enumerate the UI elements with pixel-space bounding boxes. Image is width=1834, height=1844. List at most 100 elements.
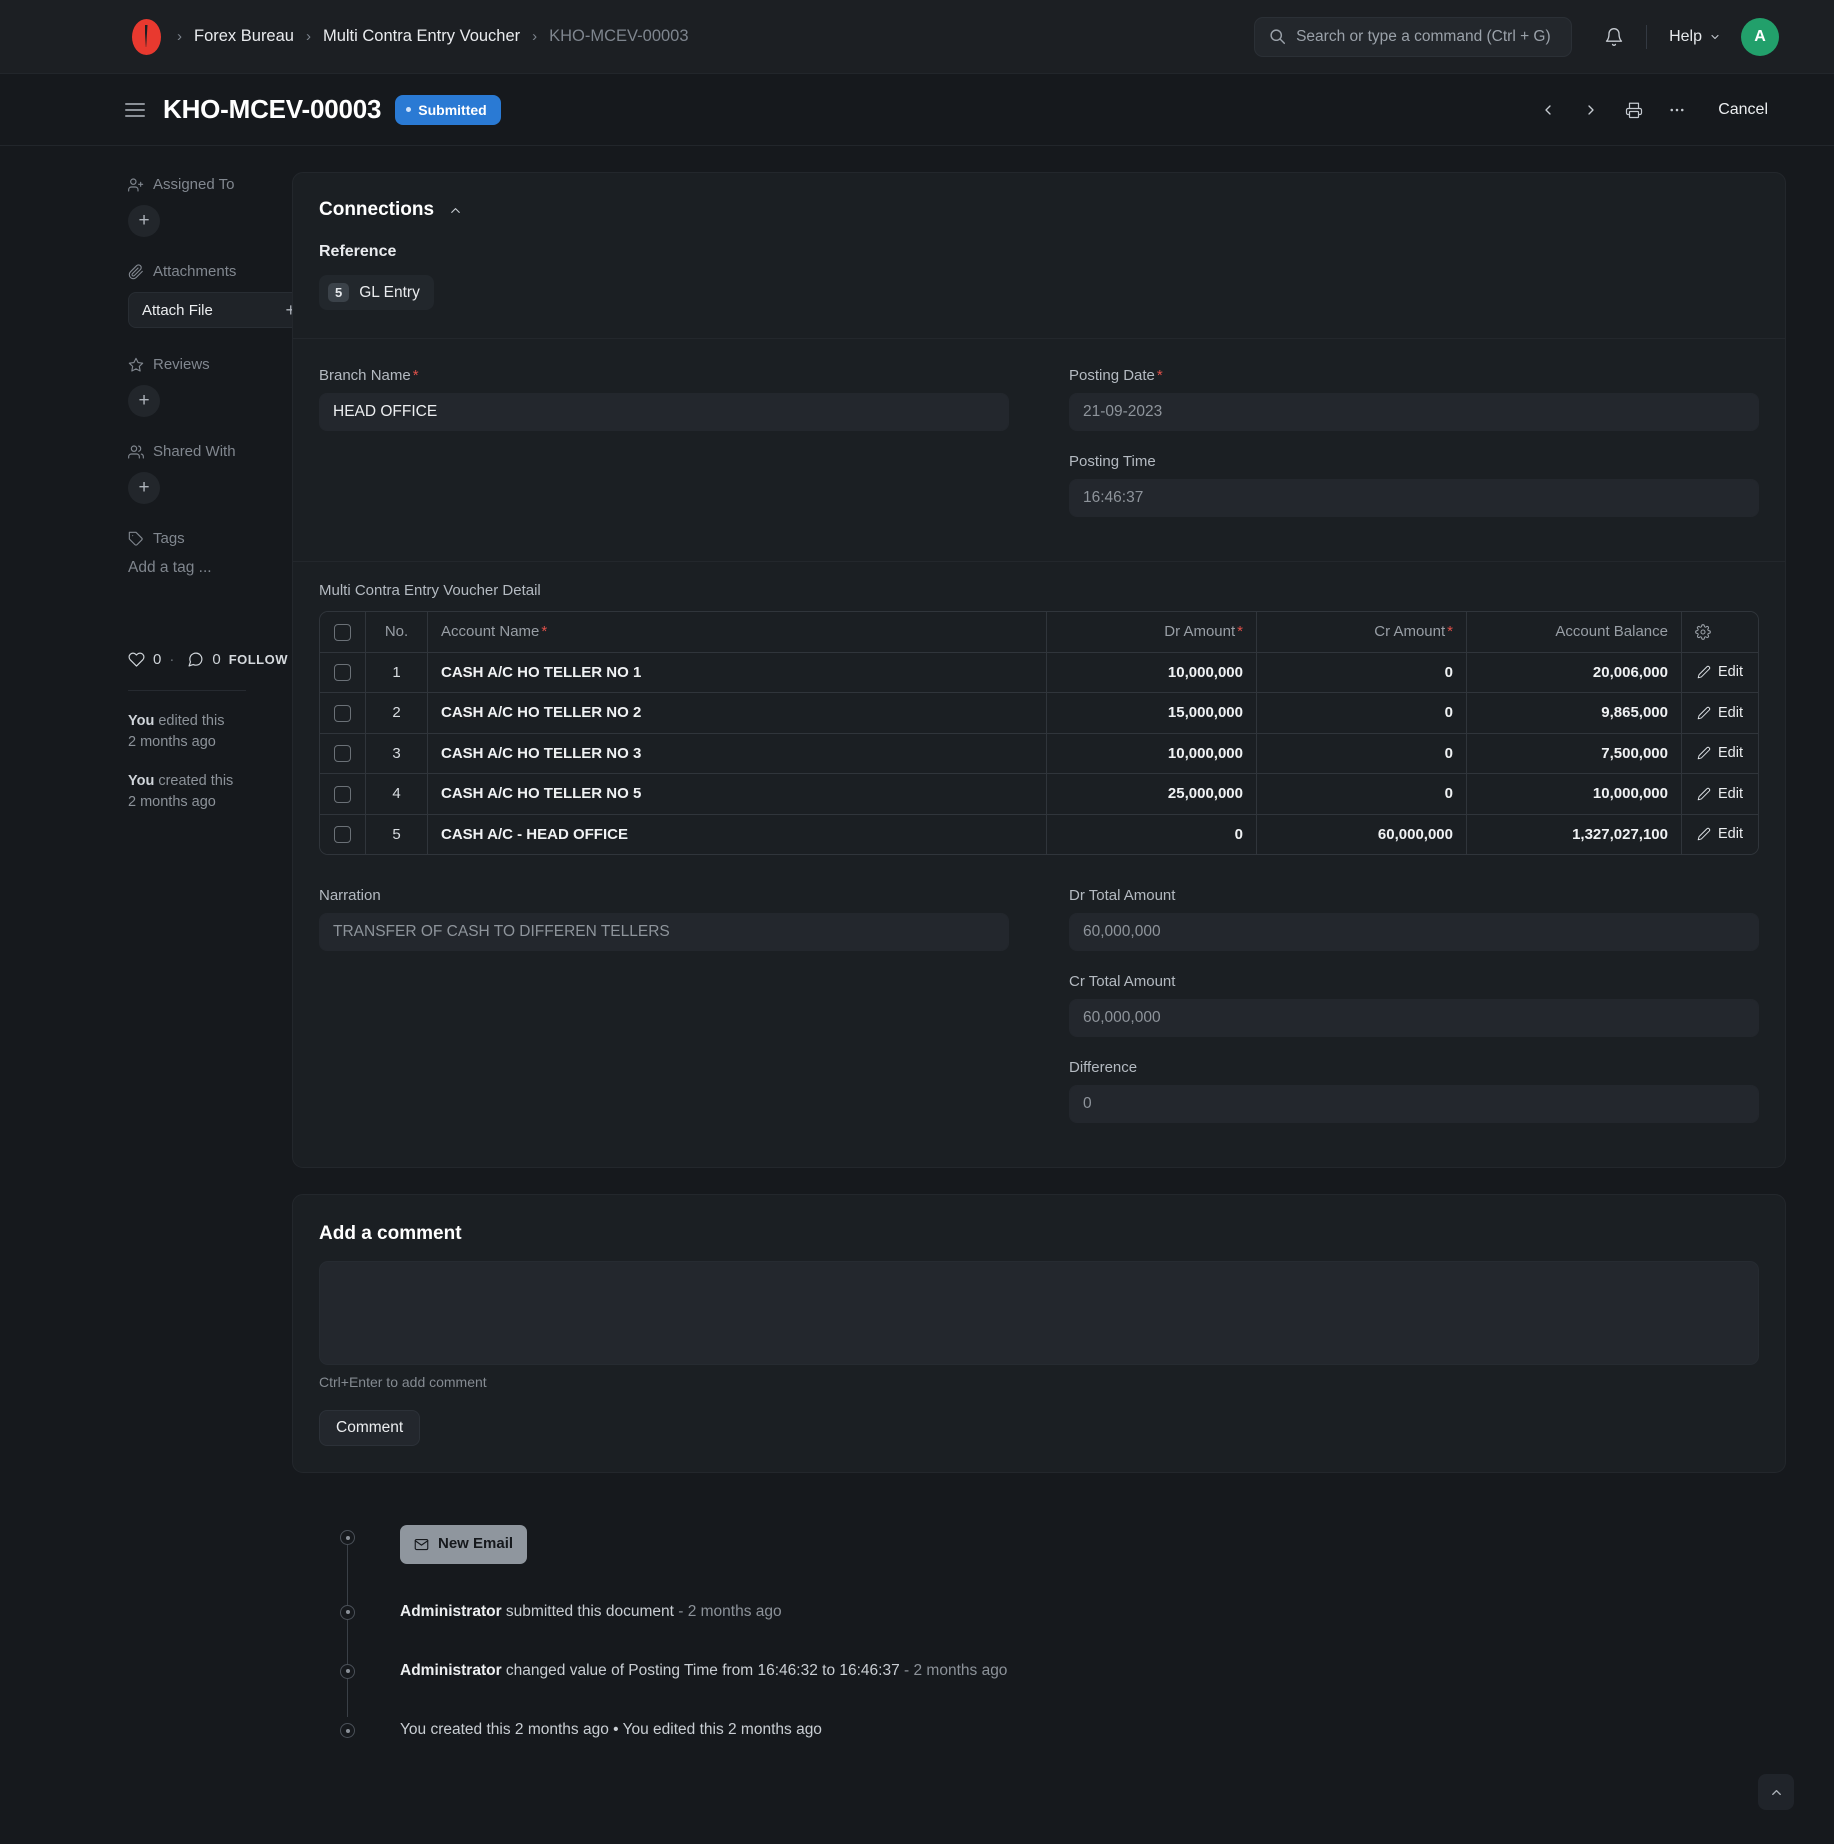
chevron-up-icon[interactable] xyxy=(448,203,463,218)
activity-time: 2 months ago xyxy=(128,734,216,751)
row-edit-cell[interactable]: Edit xyxy=(1682,733,1758,775)
row-checkbox[interactable] xyxy=(334,704,351,722)
new-email-button[interactable]: New Email xyxy=(400,1525,528,1564)
edit-row-button[interactable]: Edit xyxy=(1695,705,1745,721)
add-share-button[interactable]: + xyxy=(128,472,160,504)
row-edit-cell[interactable]: Edit xyxy=(1682,693,1758,734)
more-options-button[interactable] xyxy=(1657,90,1697,130)
heart-icon[interactable] xyxy=(128,651,145,668)
cell-account-balance[interactable]: 9,865,000 xyxy=(1467,693,1682,734)
cell-dr-amount[interactable]: 25,000,000 xyxy=(1047,774,1257,815)
difference-input[interactable]: 0 xyxy=(1069,1085,1759,1124)
search-input[interactable]: Search or type a command (Ctrl + G) xyxy=(1254,16,1573,57)
narration-input[interactable]: TRANSFER OF CASH TO DIFFEREN TELLERS xyxy=(319,913,1009,952)
edit-row-button[interactable]: Edit xyxy=(1695,664,1745,680)
cell-dr-amount[interactable]: 10,000,000 xyxy=(1047,733,1257,775)
print-icon[interactable] xyxy=(1614,90,1654,130)
row-edit-cell[interactable]: Edit xyxy=(1682,652,1758,694)
avatar[interactable]: A xyxy=(1741,17,1779,56)
cell-account-name[interactable]: CASH A/C - HEAD OFFICE xyxy=(428,814,1047,855)
assigned-to-label: Assigned To xyxy=(153,176,235,193)
table-row[interactable]: 2 CASH A/C HO TELLER NO 2 15,000,000 0 9… xyxy=(320,693,1758,734)
grid-settings-header[interactable] xyxy=(1682,612,1758,653)
row-edit-cell[interactable]: Edit xyxy=(1682,814,1758,855)
cell-account-name[interactable]: CASH A/C HO TELLER NO 1 xyxy=(428,652,1047,694)
cell-account-name[interactable]: CASH A/C HO TELLER NO 5 xyxy=(428,774,1047,815)
scroll-to-top-button[interactable] xyxy=(1758,1774,1794,1810)
connections-header[interactable]: Connections xyxy=(293,173,1785,221)
attachments-label: Attachments xyxy=(153,263,237,280)
dr-total-input[interactable]: 60,000,000 xyxy=(1069,913,1759,952)
select-all-checkbox[interactable] xyxy=(334,623,351,641)
add-tag-input[interactable]: Add a tag ... xyxy=(128,559,246,577)
breadcrumb-item-doctype[interactable]: Multi Contra Entry Voucher xyxy=(323,27,520,46)
cell-account-balance[interactable]: 7,500,000 xyxy=(1467,733,1682,775)
chevron-right-icon: › xyxy=(177,28,182,45)
help-menu-button[interactable]: Help xyxy=(1659,22,1731,52)
submit-comment-button[interactable]: Comment xyxy=(319,1410,421,1447)
table-header-row: No. Account Name * Dr Amount * Cr Amount * … xyxy=(320,612,1758,653)
edit-row-button[interactable]: Edit xyxy=(1695,786,1745,802)
sidebar-section-attachments: Attachments Attach File + xyxy=(128,263,310,328)
cell-account-name[interactable]: CASH A/C HO TELLER NO 2 xyxy=(428,693,1047,734)
cell-dr-amount[interactable]: 0 xyxy=(1047,814,1257,855)
table-row[interactable]: 1 CASH A/C HO TELLER NO 1 10,000,000 0 2… xyxy=(320,652,1758,694)
next-document-button[interactable] xyxy=(1571,90,1611,130)
cell-cr-amount[interactable]: 0 xyxy=(1257,652,1467,694)
cell-cr-amount[interactable]: 0 xyxy=(1257,733,1467,775)
sidebar-toggle-icon[interactable] xyxy=(125,102,145,117)
dr-total-label: Dr Total Amount xyxy=(1069,887,1176,905)
navbar-divider xyxy=(1646,24,1648,49)
column-header-account-balance[interactable]: Account Balance xyxy=(1467,612,1682,653)
row-index: 1 xyxy=(366,652,428,694)
cell-cr-amount[interactable]: 60,000,000 xyxy=(1257,814,1467,855)
connections-title: Connections xyxy=(319,199,435,220)
notifications-bell-icon[interactable] xyxy=(1594,17,1634,57)
previous-document-button[interactable] xyxy=(1528,90,1568,130)
breadcrumb-item-forex-bureau[interactable]: Forex Bureau xyxy=(194,27,294,46)
activity-action: edited this xyxy=(158,713,225,729)
edit-row-button[interactable]: Edit xyxy=(1695,745,1745,761)
connection-link-gl-entry[interactable]: 5 GL Entry xyxy=(319,275,434,310)
row-checkbox[interactable] xyxy=(334,826,351,844)
cr-total-input[interactable]: 60,000,000 xyxy=(1069,999,1759,1038)
cell-account-name[interactable]: CASH A/C HO TELLER NO 3 xyxy=(428,733,1047,775)
cell-account-balance[interactable]: 20,006,000 xyxy=(1467,652,1682,694)
cell-cr-amount[interactable]: 0 xyxy=(1257,774,1467,815)
table-row[interactable]: 3 CASH A/C HO TELLER NO 3 10,000,000 0 7… xyxy=(320,733,1758,775)
table-row[interactable]: 5 CASH A/C - HEAD OFFICE 0 60,000,000 1,… xyxy=(320,814,1758,855)
status-badge-label: Submitted xyxy=(418,101,487,118)
add-assignment-button[interactable]: + xyxy=(128,205,160,237)
posting-date-input[interactable]: 21-09-2023 xyxy=(1069,393,1759,431)
cell-dr-amount[interactable]: 10,000,000 xyxy=(1047,652,1257,694)
cell-account-balance[interactable]: 1,327,027,100 xyxy=(1467,814,1682,855)
column-header-cr-amount[interactable]: Cr Amount * xyxy=(1257,612,1467,653)
users-icon xyxy=(128,444,144,460)
row-checkbox[interactable] xyxy=(334,664,351,682)
posting-time-input[interactable]: 16:46:37 xyxy=(1069,479,1759,517)
sidebar-divider xyxy=(128,690,246,691)
row-checkbox[interactable] xyxy=(334,785,351,803)
branch-name-input[interactable]: HEAD OFFICE xyxy=(319,393,1009,431)
detail-grid-caption: Multi Contra Entry Voucher Detail xyxy=(319,582,541,599)
edit-row-button[interactable]: Edit xyxy=(1695,826,1745,842)
table-row[interactable]: 4 CASH A/C HO TELLER NO 5 25,000,000 0 1… xyxy=(320,774,1758,815)
add-review-button[interactable]: + xyxy=(128,385,160,417)
totals-grid: Narration TRANSFER OF CASH TO DIFFEREN T… xyxy=(293,881,1785,1167)
cell-account-balance[interactable]: 10,000,000 xyxy=(1467,774,1682,815)
column-header-no[interactable]: No. xyxy=(366,612,428,653)
comment-textarea[interactable] xyxy=(319,1261,1759,1366)
comment-section-title: Add a comment xyxy=(319,1223,462,1245)
app-logo-icon[interactable] xyxy=(128,19,164,55)
edit-label: Edit xyxy=(1718,826,1743,843)
gear-icon[interactable] xyxy=(1695,623,1745,640)
cancel-button[interactable]: Cancel xyxy=(1700,90,1786,130)
row-edit-cell[interactable]: Edit xyxy=(1682,774,1758,815)
comment-bubble-icon[interactable] xyxy=(187,651,204,668)
cell-cr-amount[interactable]: 0 xyxy=(1257,693,1467,734)
row-checkbox[interactable] xyxy=(334,745,351,763)
cell-dr-amount[interactable]: 15,000,000 xyxy=(1047,693,1257,734)
column-header-dr-amount[interactable]: Dr Amount * xyxy=(1047,612,1257,653)
difference-label: Difference xyxy=(1069,1059,1138,1077)
column-header-account-name[interactable]: Account Name * xyxy=(428,612,1047,653)
